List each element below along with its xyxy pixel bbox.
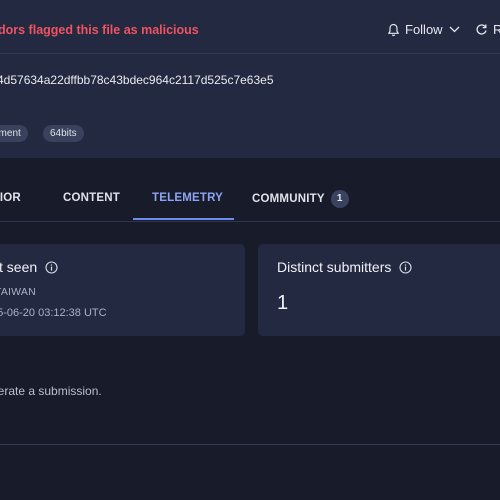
info-icon[interactable] (399, 260, 412, 274)
first-seen-datetime: 25-06-20 03:12:38 UTC (0, 307, 107, 319)
tab-content[interactable]: CONTENT (63, 192, 120, 204)
distinct-submitters-title-text: Distinct submitters (277, 259, 392, 275)
tab-bar: VIOR CONTENT TELEMETRY COMMUNITY 1 (0, 178, 500, 221)
section-divider (0, 444, 500, 445)
distinct-submitters-card: Distinct submitters 1 (258, 244, 500, 336)
refresh-icon (476, 24, 487, 35)
info-icon[interactable] (45, 260, 58, 274)
tab-community[interactable]: COMMUNITY 1 (252, 190, 349, 208)
file-header: dors flagged this file as malicious Foll… (0, 0, 500, 158)
distinct-submitters-title: Distinct submitters (277, 259, 412, 275)
active-tab-indicator (133, 218, 234, 220)
first-seen-title: st seen (0, 259, 58, 275)
bell-icon (388, 23, 399, 36)
tab-behavior[interactable]: VIOR (0, 192, 21, 204)
tag-chip[interactable]: nment (0, 125, 28, 142)
submission-note: nerate a submission. (0, 384, 102, 398)
distinct-submitters-value: 1 (277, 292, 289, 314)
header-divider (0, 53, 500, 54)
first-seen-country: TAIWAN (0, 286, 36, 298)
reanalyze-button[interactable]: R (475, 22, 500, 37)
follow-button[interactable]: Follow (387, 22, 465, 37)
chevron-down-icon[interactable] (449, 26, 460, 33)
tab-telemetry[interactable]: TELEMETRY (152, 192, 223, 204)
detection-summary: dors flagged this file as malicious (0, 23, 199, 37)
reanalyze-label: R (493, 22, 500, 37)
community-count-badge: 1 (330, 190, 349, 208)
follow-label: Follow (405, 22, 443, 37)
tabs-divider (0, 221, 500, 222)
tab-community-label: COMMUNITY (252, 193, 325, 205)
first-seen-card: st seen TAIWAN 25-06-20 03:12:38 UTC (0, 244, 245, 336)
file-hash: 4d57634a22dffbb78c43bdec964c2117d525c7e6… (0, 73, 274, 87)
first-seen-title-text: st seen (0, 259, 38, 275)
tag-chip[interactable]: 64bits (43, 125, 84, 142)
